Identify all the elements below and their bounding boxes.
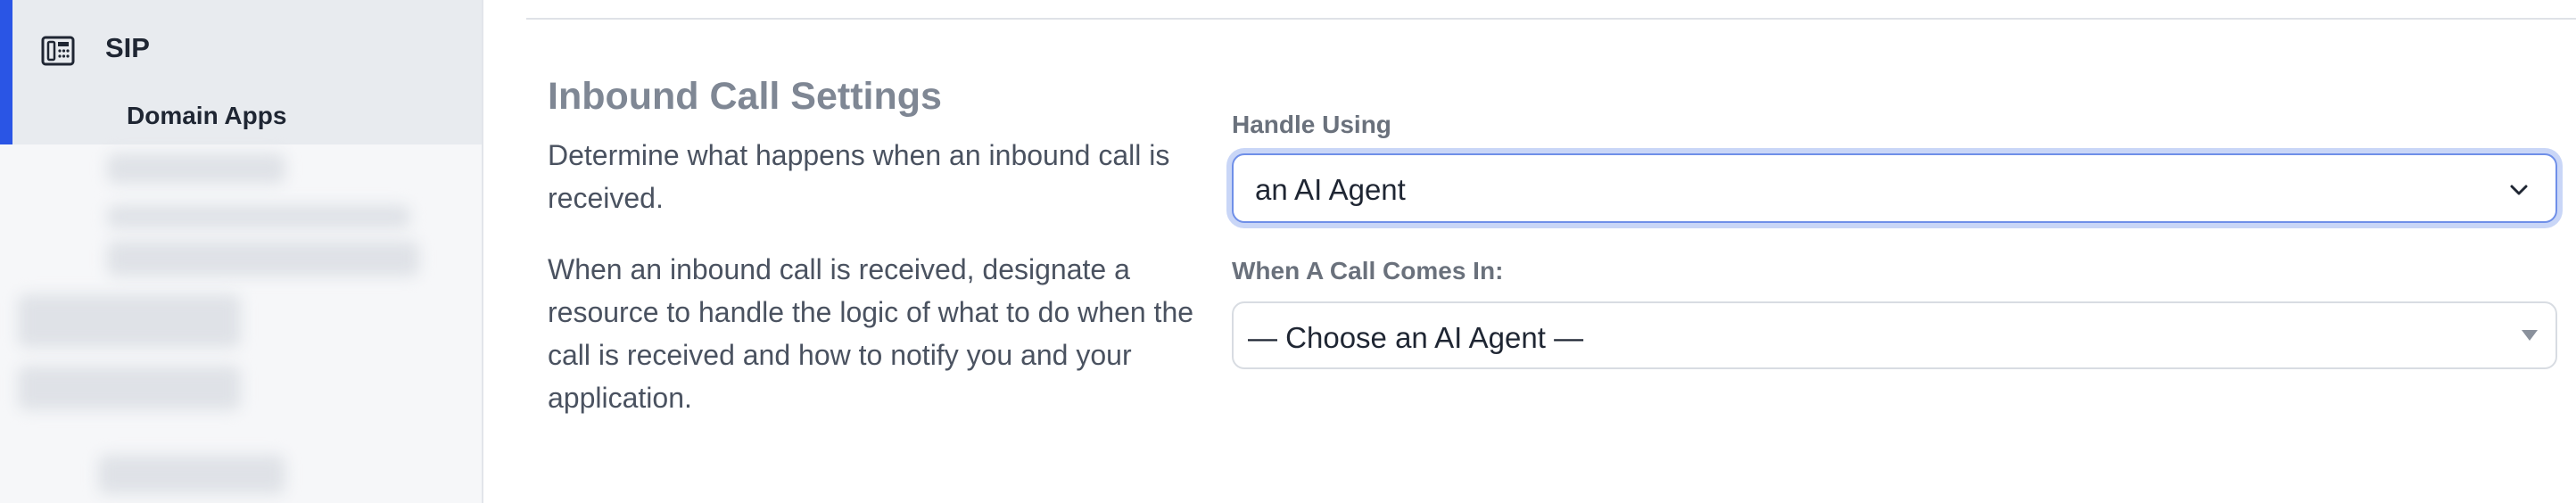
ai-agent-select[interactable]: — Choose an AI Agent — <box>1232 301 2557 369</box>
chevron-down-icon <box>2506 177 2532 203</box>
section-title: Inbound Call Settings <box>548 75 942 118</box>
section-description: Determine what happens when an inbound c… <box>548 139 1170 214</box>
handle-using-value: an AI Agent <box>1255 173 1406 206</box>
sidebar-subitem-domain-apps[interactable]: Domain Apps <box>127 102 286 130</box>
blurred-sidebar-item[interactable] <box>18 366 241 410</box>
ai-agent-select-value: — Choose an AI Agent — <box>1248 321 1584 354</box>
caret-down-icon <box>2522 330 2538 341</box>
handle-using-label: Handle Using <box>1232 111 1391 138</box>
blurred-sidebar-item[interactable] <box>107 153 285 184</box>
page: SIP Domain Apps Inbound Call Settings De… <box>0 0 2576 503</box>
sidebar-item-sip[interactable]: SIP Domain Apps <box>0 0 482 144</box>
top-divider <box>526 18 2576 20</box>
section-help-text: When an inbound call is received, design… <box>548 253 1194 414</box>
active-indicator <box>0 0 12 144</box>
blurred-sidebar-item[interactable] <box>107 205 410 228</box>
when-call-comes-in-label: When A Call Comes In: <box>1232 257 1504 284</box>
blurred-sidebar-item[interactable] <box>98 455 285 494</box>
handle-using-select[interactable]: an AI Agent <box>1232 153 2557 223</box>
sidebar: SIP Domain Apps <box>0 0 483 503</box>
sip-phone-icon <box>41 34 75 68</box>
sidebar-item-label: SIP <box>105 32 150 63</box>
blurred-sidebar-item[interactable] <box>107 241 419 276</box>
blurred-sidebar-item[interactable] <box>18 294 241 348</box>
